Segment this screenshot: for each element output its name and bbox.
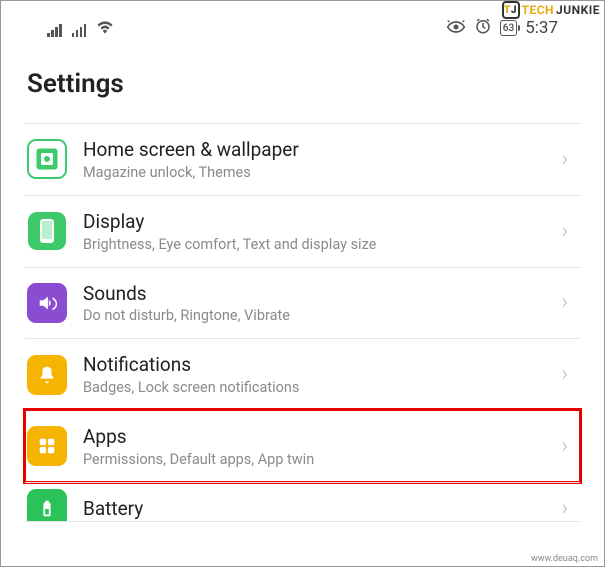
- battery-settings-icon: [27, 489, 67, 522]
- row-text: Sounds Do not disturb, Ringtone, Vibrate: [83, 282, 545, 325]
- watermark-techjunkie: TJ TECHJUNKIE: [502, 1, 600, 19]
- row-title: Apps: [83, 425, 545, 449]
- chevron-right-icon: ›: [561, 434, 572, 459]
- signal-icon-2: [72, 23, 87, 37]
- row-title: Notifications: [83, 353, 545, 377]
- settings-row-sounds[interactable]: Sounds Do not disturb, Ringtone, Vibrate…: [25, 267, 580, 339]
- row-subtitle: Do not disturb, Ringtone, Vibrate: [83, 307, 545, 324]
- settings-row-battery[interactable]: Battery ›: [25, 482, 580, 522]
- clock-time: 5:37: [525, 18, 558, 38]
- techjunkie-logo-icon: TJ: [502, 1, 520, 19]
- row-subtitle: Magazine unlock, Themes: [83, 164, 545, 181]
- row-title: Home screen & wallpaper: [83, 138, 545, 162]
- chevron-right-icon: ›: [561, 219, 572, 244]
- row-subtitle: Badges, Lock screen notifications: [83, 379, 545, 396]
- display-icon: [27, 211, 67, 251]
- battery-percent: 63: [503, 23, 514, 34]
- settings-row-home-screen[interactable]: Home screen & wallpaper Magazine unlock,…: [25, 123, 580, 195]
- settings-row-notifications[interactable]: Notifications Badges, Lock screen notifi…: [25, 338, 580, 410]
- watermark-text-1: TECH: [522, 3, 555, 17]
- phone-screen: 63 5:37 Settings Home screen & wallpaper…: [1, 1, 604, 522]
- chevron-right-icon: ›: [561, 147, 572, 172]
- signal-icon: [47, 23, 62, 37]
- chevron-right-icon: ›: [561, 290, 572, 315]
- status-bar-right: 63 5:37: [446, 17, 558, 39]
- notifications-icon: [27, 355, 67, 395]
- page-title: Settings: [17, 45, 588, 123]
- wifi-icon: [96, 20, 114, 37]
- row-title: Sounds: [83, 282, 545, 306]
- settings-row-display[interactable]: Display Brightness, Eye comfort, Text an…: [25, 195, 580, 267]
- row-text: Apps Permissions, Default apps, App twin: [83, 425, 545, 468]
- sounds-icon: [27, 283, 67, 323]
- battery-icon: 63: [500, 20, 517, 36]
- watermark-text-2: JUNKIE: [556, 3, 600, 17]
- eye-comfort-icon: [446, 19, 466, 38]
- chevron-right-icon: ›: [561, 362, 572, 387]
- row-title: Display: [83, 210, 545, 234]
- settings-row-apps[interactable]: Apps Permissions, Default apps, App twin…: [25, 410, 580, 482]
- row-title: Battery: [83, 497, 545, 521]
- chevron-right-icon: ›: [561, 496, 572, 521]
- row-text: Battery: [83, 497, 545, 521]
- row-text: Notifications Badges, Lock screen notifi…: [83, 353, 545, 396]
- alarm-icon: [474, 17, 492, 39]
- row-subtitle: Brightness, Eye comfort, Text and displa…: [83, 236, 545, 253]
- settings-list: Home screen & wallpaper Magazine unlock,…: [25, 123, 580, 522]
- status-bar-left: [47, 20, 114, 37]
- row-text: Home screen & wallpaper Magazine unlock,…: [83, 138, 545, 181]
- home-screen-icon: [27, 139, 67, 179]
- row-text: Display Brightness, Eye comfort, Text an…: [83, 210, 545, 253]
- watermark-bottom: www.deuaq.com: [531, 554, 598, 564]
- row-subtitle: Permissions, Default apps, App twin: [83, 451, 545, 468]
- apps-icon: [27, 426, 67, 466]
